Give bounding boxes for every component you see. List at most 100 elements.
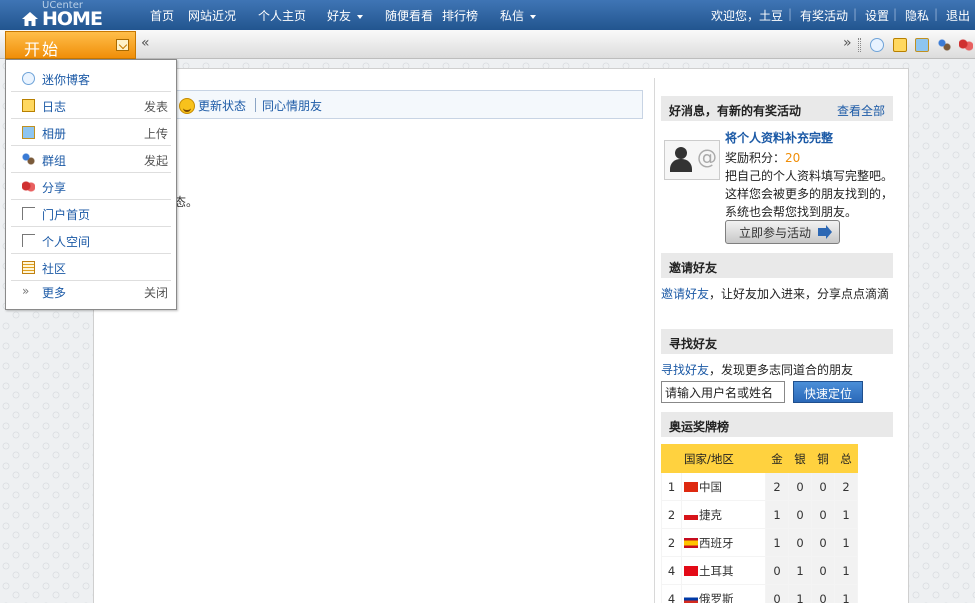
country: 捷克 <box>681 500 766 529</box>
bronze: 0 <box>811 556 835 585</box>
nav-friends-label: 好友 <box>327 9 352 23</box>
nav-privacy[interactable]: 隐私 <box>905 7 929 24</box>
post-blog-link[interactable]: 发表 <box>144 98 168 115</box>
logo[interactable]: UCenter HOME <box>22 0 103 30</box>
promo-line: 把自己的个人资料填写完整吧。 <box>725 169 894 183</box>
rank: 2 <box>661 500 682 529</box>
promo-heading: 好消息，有新的有奖活动 查看全部 <box>661 96 893 121</box>
photo-icon[interactable] <box>915 38 929 52</box>
search-user-input[interactable] <box>661 381 785 403</box>
feed-text: 态。 <box>174 195 199 209</box>
start-menu: 迷你博客 日志 发表 相册 上传 群组 发起 分享 门户首页 个人空间 社区 »… <box>5 59 177 310</box>
start-label: 开始 <box>24 40 61 59</box>
menu-item-more[interactable]: » 更多 关闭 <box>11 281 171 303</box>
same-mood-friends-link[interactable]: 同心情朋友 <box>262 97 322 114</box>
menu-item-album[interactable]: 相册 上传 <box>11 119 171 146</box>
find-friends-link[interactable]: 寻找好友 <box>661 363 709 377</box>
hearts-icon <box>22 180 35 193</box>
menu-item-label: 个人空间 <box>42 235 91 249</box>
nav-ranking[interactable]: 排行榜 <box>442 7 478 24</box>
table-row: 2 捷克 1 0 0 1 <box>661 500 858 529</box>
collapse-left-icon[interactable]: « <box>141 35 150 51</box>
logo-title: HOME <box>42 8 103 30</box>
country-name: 中国 <box>699 479 722 494</box>
person-body <box>670 159 692 172</box>
promo-line: 系统也会帮您找到朋友。 <box>725 205 858 219</box>
country: 土耳其 <box>681 556 766 585</box>
rank: 1 <box>661 472 682 501</box>
menu-item-label: 社区 <box>42 262 67 276</box>
menu-item-label: 群组 <box>42 154 67 168</box>
silver: 1 <box>788 584 812 603</box>
header-rank <box>661 444 682 473</box>
group-icon[interactable] <box>937 38 951 52</box>
total: 1 <box>834 500 858 529</box>
house-icon <box>22 12 38 26</box>
divider: | <box>893 7 898 21</box>
find-heading: 寻找好友 <box>661 329 893 354</box>
header-country: 国家/地区 <box>681 444 766 473</box>
table-row: 2 西班牙 1 0 0 1 <box>661 528 858 557</box>
country: 俄罗斯 <box>681 584 766 603</box>
menu-item-portal[interactable]: 门户首页 <box>11 200 171 227</box>
menu-item-label: 迷你博客 <box>42 73 91 87</box>
page-icon <box>22 207 35 220</box>
notepad-icon[interactable] <box>893 38 907 52</box>
nav-logout[interactable]: 退出 <box>946 7 970 24</box>
nav-messages-label: 私信 <box>500 9 525 23</box>
nav-profile[interactable]: 个人主页 <box>258 7 306 24</box>
flag-icon <box>684 565 698 576</box>
silver: 0 <box>788 528 812 557</box>
bronze: 0 <box>811 528 835 557</box>
nav-messages[interactable]: 私信 <box>500 7 537 24</box>
gold: 1 <box>765 500 789 529</box>
quick-locate-button[interactable]: 快速定位 <box>793 381 863 403</box>
top-bar: UCenter HOME 首页 网站近况 个人主页 好友 随便看看 排行榜 私信… <box>0 0 975 30</box>
menu-item-share[interactable]: 分享 <box>11 173 171 200</box>
page-icon <box>22 234 35 247</box>
invite-friends-link[interactable]: 邀请好友 <box>661 287 709 301</box>
close-menu-link[interactable]: 关闭 <box>144 284 168 301</box>
menu-item-mini-blog[interactable]: 迷你博客 <box>11 65 171 92</box>
nav-browse[interactable]: 随便看看 <box>385 7 433 24</box>
expand-right-icon[interactable]: » <box>843 35 852 51</box>
caret-down-icon <box>530 14 537 19</box>
nav-settings[interactable]: 设置 <box>865 7 889 24</box>
upload-photo-link[interactable]: 上传 <box>144 125 168 142</box>
divider <box>255 98 256 112</box>
create-group-link[interactable]: 发起 <box>144 152 168 169</box>
flag-icon <box>684 537 698 548</box>
status-bar: 更新状态 同心情朋友 <box>170 90 643 119</box>
join-activity-button[interactable]: 立即参与活动 <box>725 220 840 244</box>
nav-rewards[interactable]: 有奖活动 <box>800 7 848 24</box>
tray-grip[interactable] <box>858 38 861 52</box>
start-menu-toggle-icon[interactable] <box>116 39 129 51</box>
nav-home[interactable]: 首页 <box>150 7 174 24</box>
chat-bubble-icon[interactable] <box>870 38 884 52</box>
menu-item-blog[interactable]: 日志 发表 <box>11 92 171 119</box>
menu-item-group[interactable]: 群组 发起 <box>11 146 171 173</box>
header-bronze: 铜 <box>811 444 835 473</box>
menu-item-space[interactable]: 个人空间 <box>11 227 171 254</box>
nav-friends[interactable]: 好友 <box>327 7 364 24</box>
hearts-icon[interactable] <box>959 38 973 52</box>
nav-site-news[interactable]: 网站近况 <box>188 7 236 24</box>
promo-title-link[interactable]: 将个人资料补充完整 <box>725 129 833 146</box>
table-header: 国家/地区 金 银 铜 总 <box>661 444 858 473</box>
country-name: 捷克 <box>699 507 722 522</box>
country-name: 俄罗斯 <box>699 591 734 603</box>
header-silver: 银 <box>788 444 812 473</box>
avatar: @ <box>664 140 720 180</box>
view-all-link[interactable]: 查看全部 <box>837 102 885 119</box>
reward-points-label: 奖励积分： <box>725 151 786 165</box>
rank: 4 <box>661 556 682 585</box>
bronze: 0 <box>811 584 835 603</box>
start-button[interactable]: 开始 <box>5 31 136 59</box>
notepad-icon <box>22 99 35 112</box>
table-row: 4 俄罗斯 0 1 0 1 <box>661 584 858 603</box>
update-status-link[interactable]: 更新状态 <box>198 97 246 114</box>
menu-item-label: 更多 <box>42 286 67 300</box>
menu-item-community[interactable]: 社区 <box>11 254 171 281</box>
total: 1 <box>834 528 858 557</box>
welcome-user[interactable]: 欢迎您，土豆 <box>711 7 783 24</box>
